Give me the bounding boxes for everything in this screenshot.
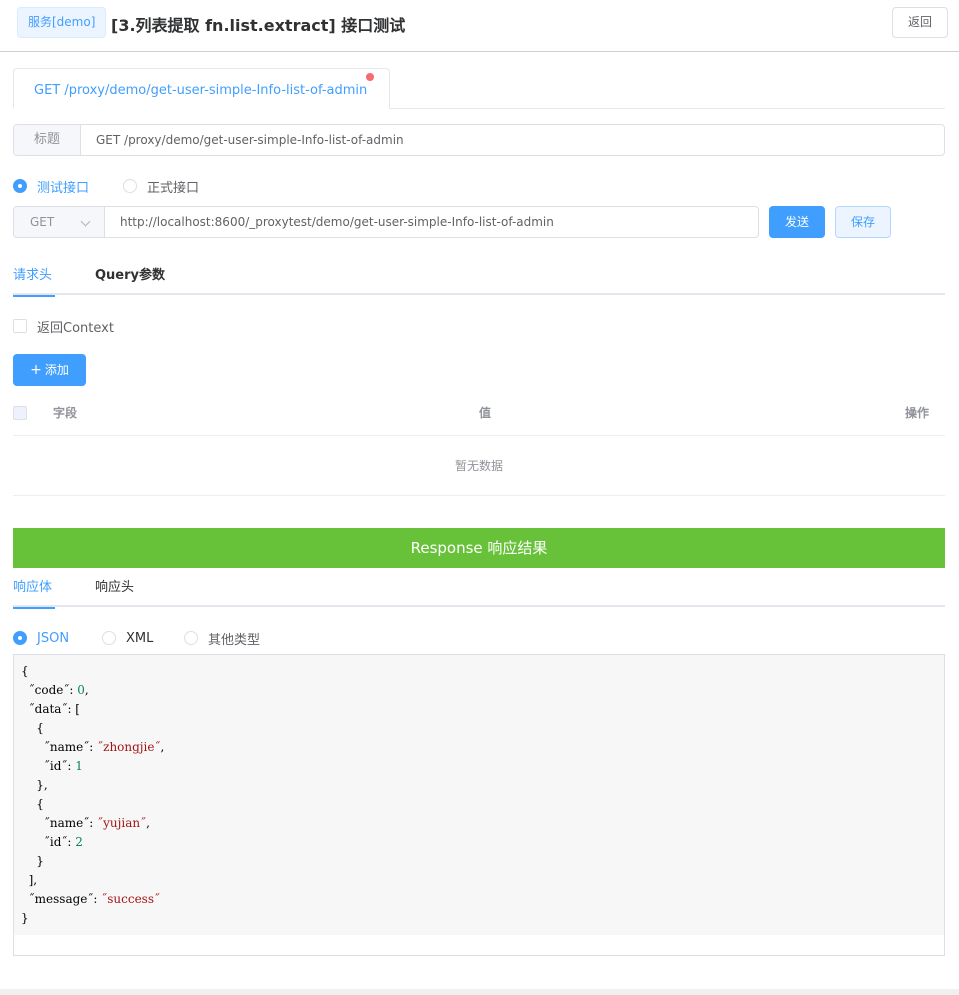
radio-prod-api-label: 正式接口 <box>147 180 200 196</box>
table-empty-text: 暂无数据 <box>13 436 945 496</box>
radio-checked-icon <box>13 179 27 193</box>
response-title-bar: Response 响应结果 <box>13 528 945 568</box>
select-all-checkbox[interactable] <box>13 406 27 420</box>
radio-test-api[interactable]: 测试接口 <box>13 178 90 196</box>
plus-icon: + <box>30 362 42 378</box>
response-tabs: 响应体 响应头 <box>13 573 945 609</box>
title-field: 标题 GET /proxy/demo/get-user-simple-Info-… <box>13 124 945 156</box>
service-tag: 服务[demo] <box>17 7 107 38</box>
radio-xml-label: XML <box>126 630 154 646</box>
title-field-label: 标题 <box>14 125 81 155</box>
url-bar: GET http://localhost:8600/_proxytest/dem… <box>13 206 759 238</box>
return-context-label: 返回Context <box>37 320 114 336</box>
save-button[interactable]: 保存 <box>835 206 891 238</box>
response-body-viewer[interactable]: { ˝code˝: 0, ˝data˝: [ { ˝name˝: ˝zhongj… <box>13 654 945 956</box>
page-header: 服务[demo] [3.列表提取 fn.list.extract] 接口测试 返… <box>0 0 959 52</box>
tab-request-label: GET /proxy/demo/get-user-simple-Info-lis… <box>34 83 368 98</box>
request-tabbar: GET /proxy/demo/get-user-simple-Info-lis… <box>13 68 945 109</box>
column-value: 值 <box>479 406 492 420</box>
page-bottom-edge <box>0 989 959 995</box>
radio-test-api-label: 测试接口 <box>37 180 90 196</box>
tab-response-headers[interactable]: 响应头 <box>95 573 134 607</box>
radio-checked-icon <box>13 631 27 645</box>
title-input[interactable]: GET /proxy/demo/get-user-simple-Info-lis… <box>96 125 404 155</box>
request-option-tabs: 请求头 Query参数 <box>13 261 945 297</box>
method-select-value: GET <box>30 215 55 229</box>
radio-json[interactable]: JSON <box>13 630 69 646</box>
column-action: 操作 <box>905 406 930 420</box>
chevron-down-icon <box>80 216 91 227</box>
radio-json-label: JSON <box>37 630 70 646</box>
radio-xml[interactable]: XML <box>102 630 153 646</box>
radio-other[interactable]: 其他类型 <box>184 630 261 648</box>
tab-response-body[interactable]: 响应体 <box>13 573 55 609</box>
unsaved-dot-icon <box>366 73 374 81</box>
radio-prod-api[interactable]: 正式接口 <box>123 178 200 196</box>
back-button[interactable]: 返回 <box>892 7 948 38</box>
url-input[interactable]: http://localhost:8600/_proxytest/demo/ge… <box>120 207 554 237</box>
column-field: 字段 <box>53 406 78 420</box>
return-context-checkbox[interactable]: 返回Context <box>13 318 114 336</box>
radio-unchecked-icon <box>102 631 116 645</box>
radio-unchecked-icon <box>123 179 137 193</box>
add-header-button[interactable]: + 添加 <box>13 354 86 386</box>
tab-query-params[interactable]: Query参数 <box>95 261 165 295</box>
checkbox-box-icon <box>13 319 27 333</box>
radio-unchecked-icon <box>184 631 198 645</box>
tab-request[interactable]: GET /proxy/demo/get-user-simple-Info-lis… <box>13 68 390 109</box>
headers-table-header: 字段 值 操作 <box>13 394 945 436</box>
radio-other-label: 其他类型 <box>208 632 261 648</box>
send-button[interactable]: 发送 <box>769 206 825 238</box>
response-json-text: { ˝code˝: 0, ˝data˝: [ { ˝name˝: ˝zhongj… <box>21 664 165 925</box>
add-header-label: 添加 <box>44 363 69 377</box>
page-title: [3.列表提取 fn.list.extract] 接口测试 <box>111 16 406 35</box>
method-select[interactable]: GET <box>14 207 105 237</box>
tab-request-headers[interactable]: 请求头 <box>13 261 55 297</box>
response-json-code: { ˝code˝: 0, ˝data˝: [ { ˝name˝: ˝zhongj… <box>14 655 944 935</box>
